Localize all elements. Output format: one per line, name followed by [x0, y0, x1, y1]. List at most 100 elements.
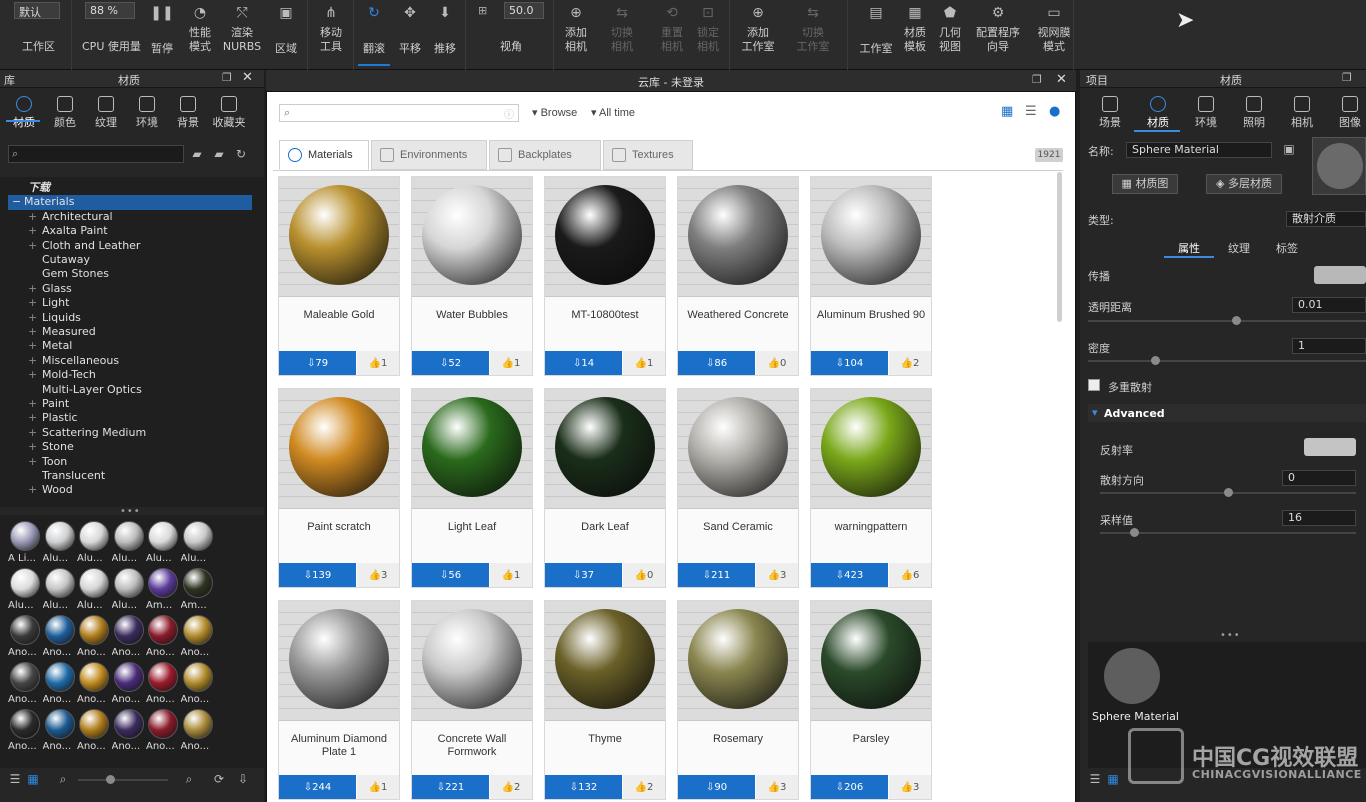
- download-icon[interactable]: ⇩: [236, 772, 250, 786]
- material-card[interactable]: Water Bubbles ⇩ 52 👍 1: [411, 176, 533, 376]
- expand-icon[interactable]: +: [28, 325, 37, 339]
- expand-icon[interactable]: +: [28, 296, 37, 310]
- expand-icon[interactable]: +: [28, 397, 37, 411]
- like-button[interactable]: 👍 2: [490, 775, 532, 799]
- undock-icon[interactable]: ❐: [1342, 71, 1352, 84]
- folder-icon[interactable]: ▰: [190, 147, 204, 161]
- tree-item[interactable]: + Paint: [8, 397, 252, 411]
- material-card[interactable]: Weathered Concrete ⇩ 86 👍 0: [677, 176, 799, 376]
- material-thumbnail[interactable]: Alu...: [77, 519, 111, 567]
- material-thumbnail[interactable]: Ano...: [181, 613, 215, 661]
- material-card[interactable]: Aluminum Diamond Plate 1 ⇩ 244 👍 1: [278, 600, 400, 800]
- expand-icon[interactable]: +: [28, 282, 37, 296]
- material-thumbnail[interactable]: Ano...: [8, 707, 42, 755]
- dolly-button[interactable]: ⬇ 推移: [428, 0, 462, 66]
- tree-item[interactable]: + Glass: [8, 282, 252, 296]
- like-button[interactable]: 👍 3: [889, 775, 931, 799]
- material-card[interactable]: Aluminum Brushed 90 ⇩ 104 👍 2: [810, 176, 932, 376]
- scatter-direction-slider[interactable]: [1100, 488, 1356, 497]
- cloud-tab-backplates[interactable]: Backplates: [489, 140, 601, 170]
- material-thumbnail[interactable]: Ano...: [43, 613, 77, 661]
- material-thumbnail[interactable]: Alu...: [43, 566, 77, 614]
- region-button[interactable]: ▣ 区域: [266, 0, 306, 66]
- expand-icon[interactable]: +: [28, 339, 37, 353]
- undock-icon[interactable]: ❐: [1032, 73, 1042, 86]
- reset-camera-button[interactable]: ⟲ 重置 相机: [654, 0, 690, 66]
- add-studio-button[interactable]: ⊕ 添加 工作室: [736, 0, 780, 66]
- save-icon[interactable]: ▣: [1282, 142, 1296, 156]
- switch-camera-button[interactable]: ⇆ 切换 相机: [602, 0, 642, 66]
- library-tab-5[interactable]: 收藏夹: [209, 96, 249, 130]
- like-button[interactable]: 👍 3: [756, 775, 798, 799]
- scrollbar-thumb[interactable]: [1057, 172, 1062, 322]
- material-thumbnail[interactable]: Ano...: [112, 707, 146, 755]
- like-button[interactable]: 👍 1: [490, 351, 532, 375]
- project-tab-2[interactable]: 环境: [1186, 96, 1226, 130]
- slider-knob[interactable]: [1151, 356, 1160, 365]
- like-button[interactable]: 👍 6: [889, 563, 931, 587]
- cpu-usage-field[interactable]: 88 %: [85, 2, 135, 19]
- tree-item[interactable]: + Liquids: [8, 311, 252, 325]
- multi-layer-button[interactable]: ◈ 多层材质: [1206, 174, 1282, 194]
- download-button[interactable]: ⇩ 139: [279, 563, 356, 587]
- download-button[interactable]: ⇩ 132: [545, 775, 622, 799]
- material-thumbnail[interactable]: Am...: [146, 566, 180, 614]
- slider-knob[interactable]: [1232, 316, 1241, 325]
- tree-item[interactable]: + Miscellaneous: [8, 354, 252, 368]
- material-thumbnail[interactable]: Ano...: [112, 660, 146, 708]
- switch-studio-button[interactable]: ⇆ 切换 工作室: [788, 0, 838, 66]
- tree-item[interactable]: + Toon: [8, 455, 252, 469]
- material-thumbnail[interactable]: Ano...: [77, 707, 111, 755]
- expand-icon[interactable]: +: [28, 426, 37, 440]
- type-select[interactable]: 散射介质: [1286, 211, 1366, 227]
- like-button[interactable]: 👍 3: [357, 563, 399, 587]
- material-thumbnail[interactable]: Ano...: [146, 707, 180, 755]
- material-thumbnail[interactable]: Alu...: [181, 519, 215, 567]
- viewport-mode-button[interactable]: ▭ 视网膜 模式: [1036, 0, 1072, 66]
- tree-item[interactable]: + Light: [8, 296, 252, 310]
- download-button[interactable]: ⇩ 37: [545, 563, 622, 587]
- library-tab-0[interactable]: 材质: [4, 96, 44, 130]
- material-thumbnail[interactable]: Alu...: [77, 566, 111, 614]
- expand-icon[interactable]: +: [28, 411, 37, 425]
- material-thumbnail[interactable]: Ano...: [43, 707, 77, 755]
- tumble-button[interactable]: ↻ 翻滚: [358, 0, 390, 66]
- grid-view-icon[interactable]: ▦: [1106, 772, 1120, 786]
- material-name-field[interactable]: Sphere Material: [1126, 142, 1272, 158]
- render-nurbs-button[interactable]: ⤲ 渲染 NURBS: [220, 0, 264, 66]
- material-thumbnail[interactable]: Ano...: [8, 613, 42, 661]
- transparency-distance-field[interactable]: 0.01: [1292, 297, 1366, 313]
- material-card[interactable]: Light Leaf ⇩ 56 👍 1: [411, 388, 533, 588]
- tree-item[interactable]: + Measured: [8, 325, 252, 339]
- scatter-direction-field[interactable]: 0: [1282, 470, 1356, 486]
- download-button[interactable]: ⇩ 104: [811, 351, 888, 375]
- slider-knob[interactable]: [1224, 488, 1233, 497]
- material-card[interactable]: Sand Ceramic ⇩ 211 👍 3: [677, 388, 799, 588]
- tree-item[interactable]: + Scattering Medium: [8, 426, 252, 440]
- splitter-handle[interactable]: •••: [1220, 630, 1241, 641]
- grid-view-icon[interactable]: ▦: [26, 772, 40, 786]
- material-card[interactable]: MT-10800test ⇩ 14 👍 1: [544, 176, 666, 376]
- thumbnail-size-slider[interactable]: [78, 775, 168, 784]
- pan-button[interactable]: ✥ 平移: [394, 0, 426, 66]
- library-search-input[interactable]: ⌕: [8, 145, 184, 163]
- cloud-tab-textures[interactable]: Textures: [603, 140, 693, 170]
- expand-icon[interactable]: +: [28, 311, 37, 325]
- fov-field[interactable]: 50.0: [504, 2, 544, 19]
- like-button[interactable]: 👍 0: [623, 563, 665, 587]
- move-tool-button[interactable]: ⋔ 移动 工具: [312, 0, 350, 66]
- material-thumbnail[interactable]: Ano...: [112, 613, 146, 661]
- like-button[interactable]: 👍 1: [623, 351, 665, 375]
- library-tab-1[interactable]: 颜色: [45, 96, 85, 130]
- sub-tab-textures[interactable]: 纹理: [1216, 240, 1262, 256]
- density-slider[interactable]: [1088, 356, 1366, 365]
- material-graph-button[interactable]: ▦ 材质图: [1112, 174, 1178, 194]
- material-card[interactable]: Rosemary ⇩ 90 👍 3: [677, 600, 799, 800]
- close-icon[interactable]: ✕: [242, 70, 253, 85]
- like-button[interactable]: 👍 2: [623, 775, 665, 799]
- material-thumbnail[interactable]: Ano...: [146, 660, 180, 708]
- samples-field[interactable]: 16: [1282, 510, 1356, 526]
- like-button[interactable]: 👍 1: [490, 563, 532, 587]
- cloud-search-input[interactable]: ⌕ ⓘ: [279, 104, 519, 122]
- ior-color-swatch[interactable]: [1304, 438, 1356, 456]
